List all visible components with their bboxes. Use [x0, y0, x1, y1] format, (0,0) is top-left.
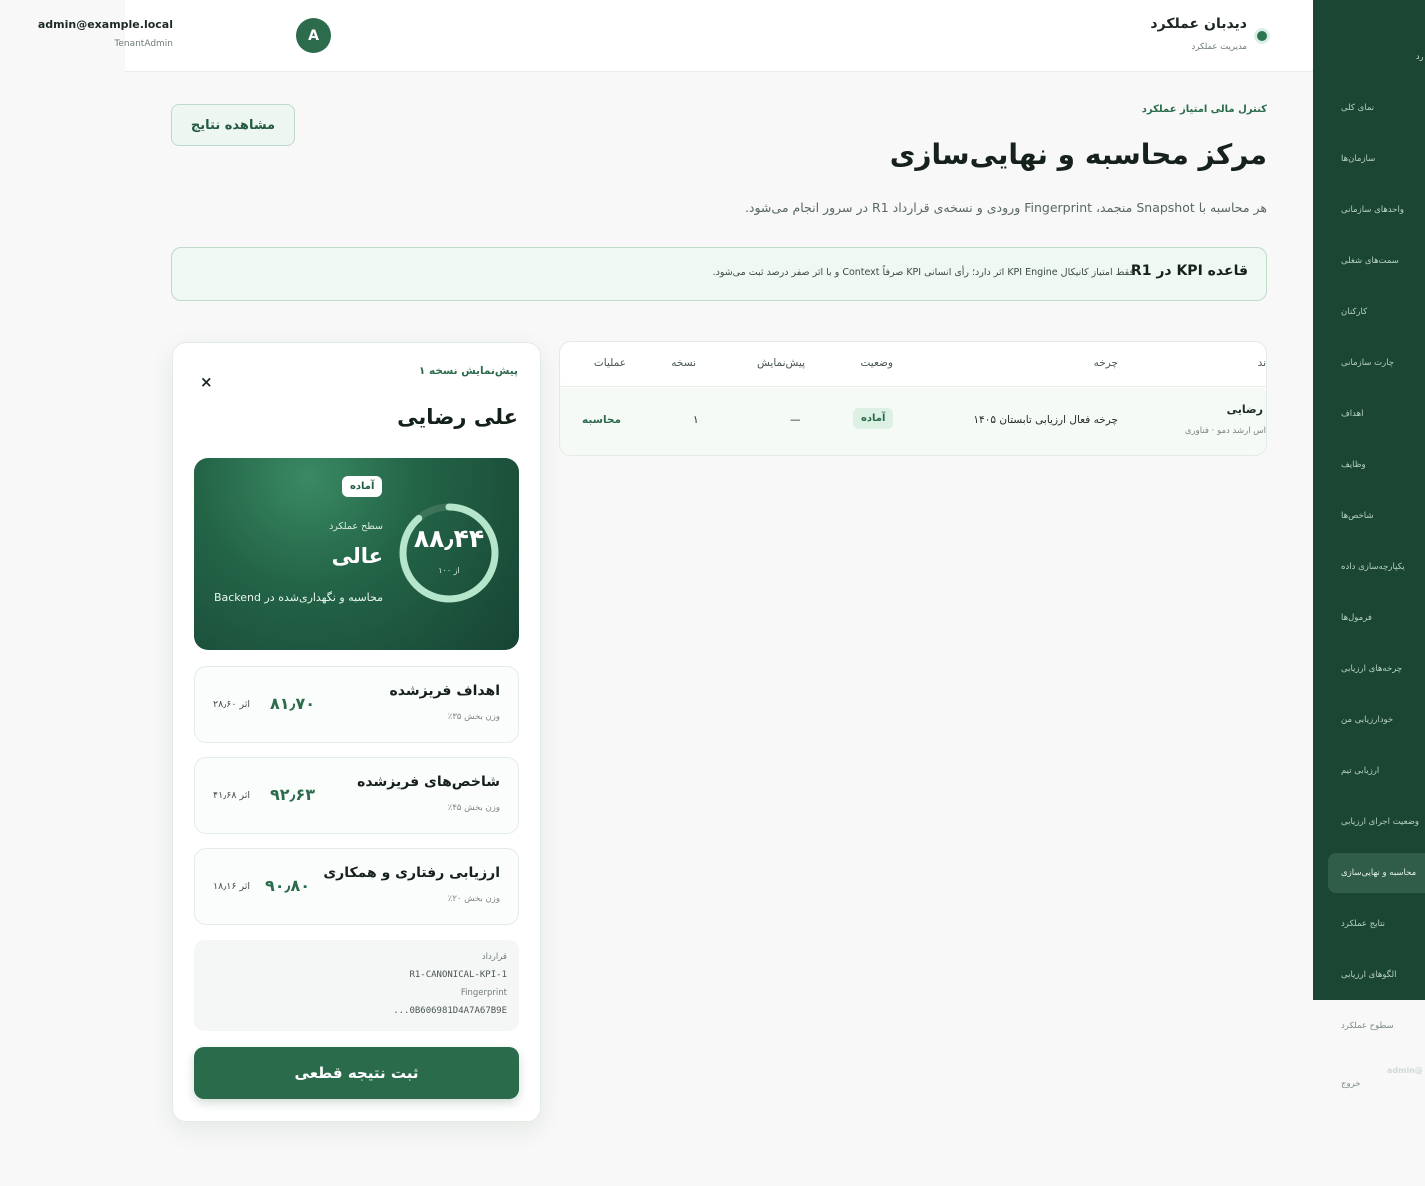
- total-score: ۸۸٫۴۴: [413, 524, 485, 553]
- sidebar-item-evaluation-templates[interactable]: الگوهای ارزیابی: [1328, 955, 1425, 995]
- sidebar-item-org-units[interactable]: واحدهای سازمانی: [1328, 190, 1425, 230]
- calculate-link[interactable]: محاسبه: [582, 414, 621, 426]
- kpi-rule-banner: قاعده KPI در R1 فقط امتیاز کانیکال KPI E…: [171, 247, 1267, 301]
- component-weight: وزن بخش ۳۵٪: [447, 712, 500, 722]
- sidebar-item-overview[interactable]: نمای کلی: [1328, 88, 1425, 128]
- brand-title: دیدبان عملکرد: [1150, 16, 1247, 32]
- sidebar-item-evaluation-status[interactable]: وضعیت اجرای ارزیابی: [1328, 802, 1425, 842]
- sidebar-item-self-assessment[interactable]: خودارزیابی من: [1328, 700, 1425, 740]
- ready-badge: آماده: [342, 476, 383, 497]
- page-description: هر محاسبه با Snapshot منجمد، Fingerprint…: [744, 200, 1267, 215]
- employee-name: رضایی: [1226, 403, 1263, 416]
- component-score: ۹۰٫۸۰: [265, 876, 311, 895]
- sidebar-item-org-chart[interactable]: چارت سازمانی: [1328, 343, 1425, 383]
- user-email: admin@example.local: [37, 18, 173, 31]
- sidebar-item-performance-results[interactable]: نتایج عملکرد: [1328, 904, 1425, 944]
- sidebar-ghost-text: admin@: [1387, 1066, 1423, 1075]
- cycle-name: چرخه فعال ارزیابی تابستان ۱۴۰۵: [973, 414, 1118, 426]
- brand-subtitle: مدیریت عملکرد: [1191, 42, 1247, 52]
- sidebar-item-organizations[interactable]: سازمان‌ها: [1328, 139, 1425, 179]
- col-header-version: نسخه: [671, 357, 696, 369]
- employee-subtitle: اس ارشد دمو · فناوری: [1184, 426, 1266, 436]
- col-header-status: وضعیت: [860, 357, 893, 369]
- status-dot-icon: [1257, 31, 1267, 41]
- component-effect: اثر ۱۸٫۱۶: [213, 881, 251, 892]
- preview-value: —: [790, 414, 801, 426]
- sidebar-item-kpis[interactable]: شاخص‌ها: [1328, 496, 1425, 536]
- col-header-cycle: چرخه: [1093, 357, 1118, 369]
- page-title: مرکز محاسبه و نهایی‌سازی: [889, 138, 1267, 171]
- contract-info: قرارداد R1-CANONICAL-KPI-1 Fingerprint .…: [194, 940, 519, 1031]
- contract-label: قرارداد: [481, 952, 507, 962]
- component-card-kpis: شاخص‌های فریزشده وزن بخش ۴۵٪ ۹۲٫۶۳ اثر ۴…: [194, 757, 519, 834]
- user-role: TenantAdmin: [114, 39, 173, 49]
- component-title: ارزیابی رفتاری و همکاری: [323, 865, 500, 881]
- backend-note: محاسبه و نگهداری‌شده در Backend: [213, 591, 383, 604]
- sidebar-item-employees[interactable]: کارکنان: [1328, 292, 1425, 332]
- col-header-preview: پیش‌نمایش: [757, 357, 805, 369]
- calculation-table: ند چرخه وضعیت پیش‌نمایش نسخه عملیات رضای…: [559, 341, 1267, 456]
- fingerprint-label: Fingerprint: [460, 988, 507, 998]
- contract-value: R1-CANONICAL-KPI-1: [409, 970, 507, 980]
- sidebar-item-data-integration[interactable]: یکپارچه‌سازی داده: [1328, 547, 1425, 587]
- component-title: شاخص‌های فریزشده: [357, 774, 500, 790]
- status-badge: آماده: [853, 408, 894, 429]
- sidebar-item-tasks[interactable]: وظایف: [1328, 445, 1425, 485]
- table-header: ند چرخه وضعیت پیش‌نمایش نسخه عملیات: [560, 342, 1266, 387]
- level-label: سطح عملکرد: [329, 521, 383, 532]
- page-eyebrow: کنترل مالی امتیاز عملکرد: [1141, 104, 1267, 115]
- component-effect: اثر ۲۸٫۶۰: [213, 699, 251, 710]
- sidebar-item-job-positions[interactable]: سمت‌های شغلی: [1328, 241, 1425, 281]
- component-score: ۹۲٫۶۳: [270, 785, 316, 804]
- sidebar-item-team-evaluation[interactable]: ارزیابی تیم: [1328, 751, 1425, 791]
- sidebar-item-calculation-finalization[interactable]: محاسبه و نهایی‌سازی: [1328, 853, 1425, 893]
- preview-label: پیش‌نمایش نسخه ۱: [418, 365, 518, 377]
- score-out-of: از ۱۰۰: [438, 566, 460, 575]
- col-header-actions: عملیات: [593, 357, 626, 369]
- component-title: اهداف فریزشده: [389, 683, 501, 699]
- fingerprint-value: ...0B606981D4A7A67B9E: [393, 1006, 507, 1016]
- sidebar-item-performance-levels[interactable]: سطوح عملکرد: [1328, 1006, 1425, 1046]
- rule-title: قاعده KPI در R1: [1130, 263, 1248, 279]
- rule-text: فقط امتیاز کانیکال KPI Engine اثر دارد؛ …: [712, 267, 1134, 278]
- sidebar-item-goals[interactable]: اهداف: [1328, 394, 1425, 434]
- performance-level: عالی: [331, 544, 383, 568]
- component-score: ۸۱٫۷۰: [270, 694, 316, 713]
- score-ring-progress: [399, 503, 499, 603]
- table-row[interactable]: رضایی اس ارشد دمو · فناوری چرخه فعال ارز…: [560, 388, 1266, 455]
- sidebar-item-formulas[interactable]: فرمول‌ها: [1328, 598, 1425, 638]
- sidebar-title-fragment: رد: [1416, 52, 1424, 61]
- component-card-goals: اهداف فریزشده وزن بخش ۳۵٪ ۸۱٫۷۰ اثر ۲۸٫۶…: [194, 666, 519, 743]
- sidebar-item-evaluation-cycles[interactable]: چرخه‌های ارزیابی: [1328, 649, 1425, 689]
- version-value: ۱: [693, 414, 699, 426]
- avatar[interactable]: A: [296, 18, 331, 53]
- component-weight: وزن بخش ۲۰٪: [447, 894, 500, 904]
- score-ring: [399, 503, 499, 603]
- preview-panel: پیش‌نمایش نسخه ۱ × علی رضایی آماده سطح ع…: [172, 342, 541, 1122]
- component-weight: وزن بخش ۴۵٪: [447, 803, 500, 813]
- score-hero-card: آماده سطح عملکرد عالی محاسبه و نگهداری‌ش…: [194, 458, 519, 650]
- component-card-behavior: ارزیابی رفتاری و همکاری وزن بخش ۲۰٪ ۹۰٫۸…: [194, 848, 519, 925]
- close-icon[interactable]: ×: [200, 373, 213, 391]
- employee-full-name: علی رضایی: [397, 405, 518, 429]
- component-effect: اثر ۴۱٫۶۸: [213, 790, 251, 801]
- submit-final-result-button[interactable]: ثبت نتیجه قطعی: [194, 1047, 519, 1099]
- col-header-employee: ند: [1257, 357, 1266, 369]
- view-results-button[interactable]: مشاهده نتایج: [171, 104, 295, 146]
